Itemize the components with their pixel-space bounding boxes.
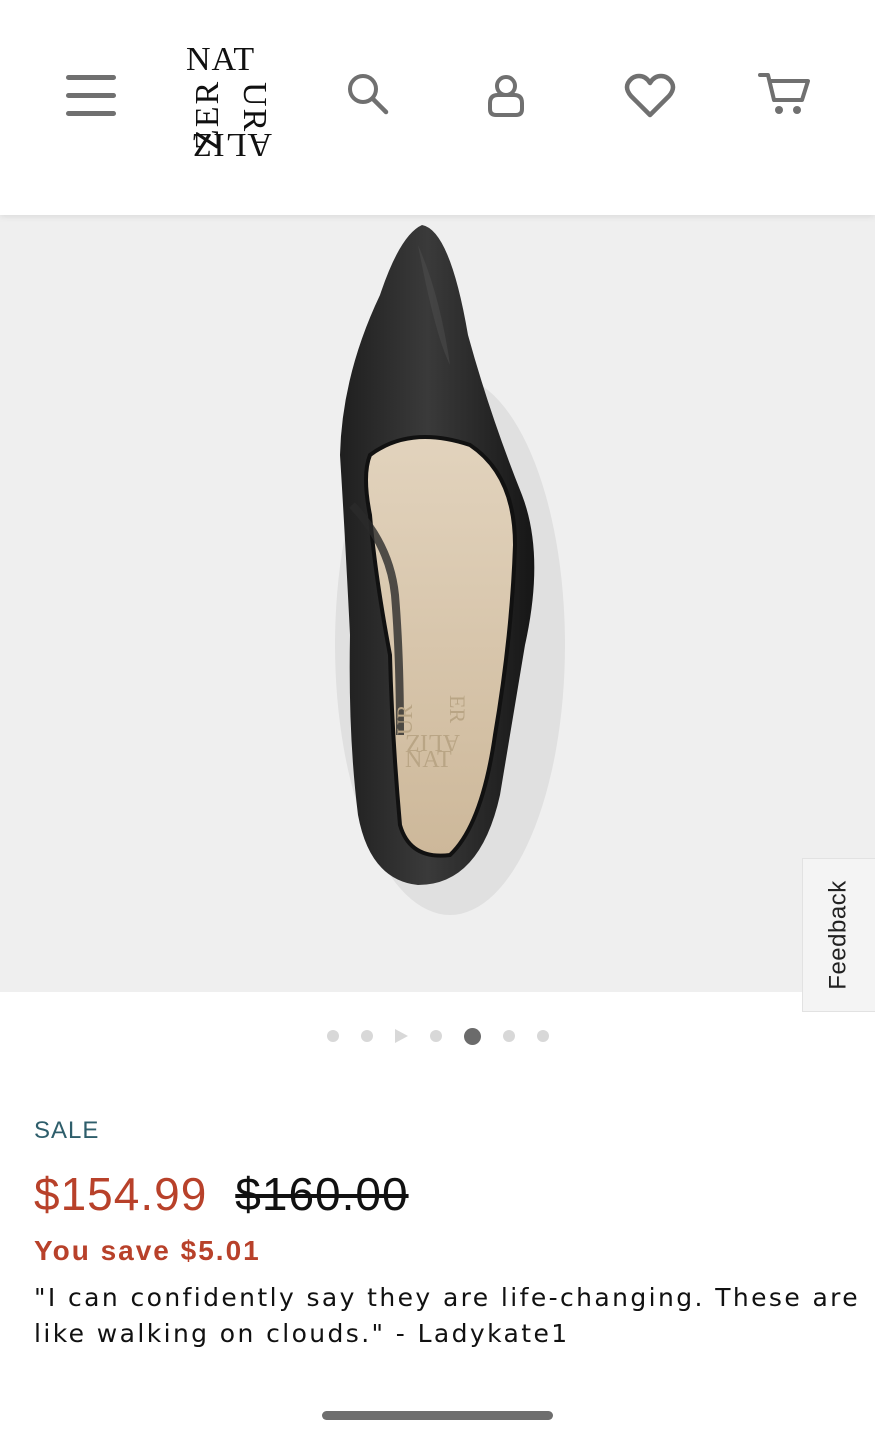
svg-text:ER: ER [445, 695, 470, 723]
account-icon [488, 75, 524, 117]
feedback-label: Feedback [825, 880, 852, 990]
carousel-dot[interactable] [429, 1030, 442, 1042]
search-button[interactable] [338, 64, 398, 124]
carousel-dot[interactable] [502, 1030, 515, 1042]
sale-label: SALE [34, 1117, 100, 1144]
svg-text:UR: UR [236, 82, 273, 133]
you-save-text: You save $5.01 [34, 1235, 261, 1266]
naturalizer-logo: NAT UR ZER ALIZ [186, 41, 273, 163]
svg-text:ALIZ: ALIZ [191, 126, 272, 163]
carousel-dot[interactable] [360, 1030, 373, 1042]
svg-text:NAT: NAT [405, 747, 452, 773]
feedback-button[interactable]: Feedback [802, 858, 875, 1012]
menu-button[interactable] [58, 66, 124, 126]
site-header: NAT UR ZER ALIZ [0, 0, 875, 215]
hamburger-menu-icon [66, 75, 116, 116]
svg-text:UR: UR [392, 704, 417, 735]
cart-button[interactable] [752, 64, 818, 124]
search-icon [348, 74, 389, 115]
carousel-dot-active[interactable] [463, 1027, 481, 1045]
heart-icon [624, 73, 676, 118]
video-play-icon[interactable] [394, 1029, 408, 1043]
price-row: $154.99 $160.00 [34, 1167, 409, 1221]
cart-icon [758, 73, 810, 114]
carousel-dot[interactable] [536, 1030, 549, 1042]
product-image-shoe: ALIZ ER UR NAT [335, 225, 565, 915]
svg-text:NAT: NAT [186, 41, 255, 78]
wishlist-button[interactable] [618, 66, 682, 126]
carousel-dot[interactable] [326, 1030, 339, 1042]
original-price: $160.00 [235, 1168, 409, 1220]
carousel-pagination [0, 1024, 875, 1048]
account-button[interactable] [476, 64, 536, 128]
home-indicator-bar[interactable] [322, 1411, 553, 1420]
customer-quote: "I can confidently say they are life-cha… [34, 1283, 861, 1348]
brand-logo[interactable]: NAT UR ZER ALIZ [180, 38, 280, 168]
sale-price: $154.99 [34, 1168, 208, 1220]
product-image-carousel[interactable]: ALIZ ER UR NAT [0, 215, 875, 992]
